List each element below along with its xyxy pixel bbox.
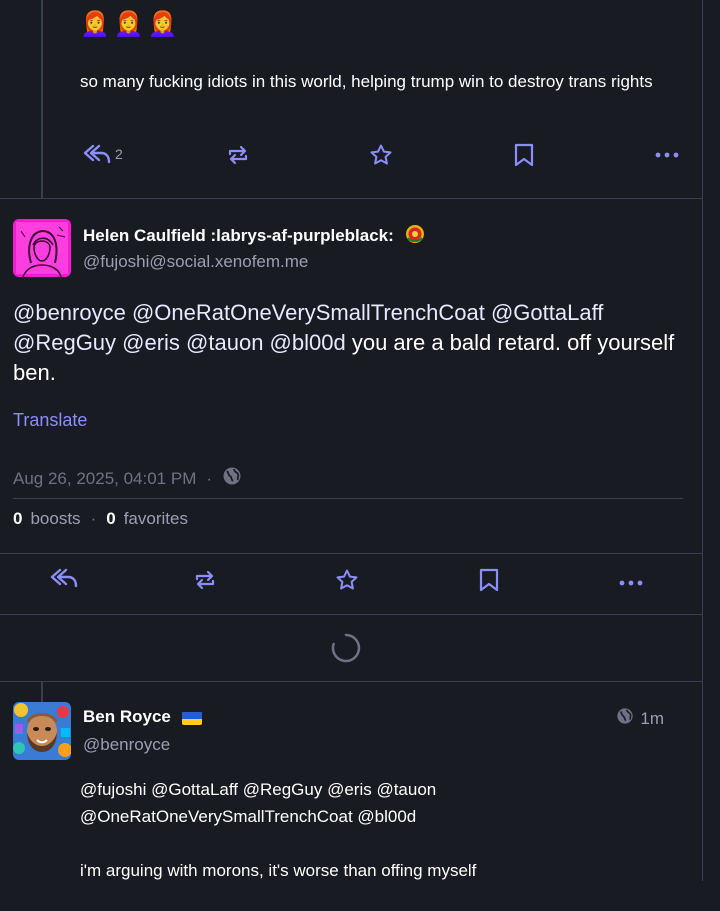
boosts-count: 0 — [13, 509, 23, 528]
post-stats: 0 boosts · 0 favorites — [13, 509, 188, 529]
reply-button[interactable] — [50, 567, 78, 589]
display-name-text: Helen Caulfield :labrys-af-purpleblack: — [83, 225, 394, 245]
timeline-column: 👩‍🦰👩‍🦰👩‍🦰 so many fucking idiots in this… — [0, 0, 703, 881]
more-button[interactable] — [655, 145, 679, 165]
mention-list[interactable]: @fujoshi @GottaLaff @RegGuy @eris @tauon… — [80, 776, 680, 830]
loading-spinner-icon — [330, 632, 362, 664]
post-content: @fujoshi @GottaLaff @RegGuy @eris @tauon… — [80, 776, 680, 911]
avatar[interactable] — [13, 219, 71, 277]
scrollbar-track[interactable] — [703, 0, 720, 881]
favorites-link[interactable]: 0 favorites — [106, 509, 188, 529]
post-content: @benroyce @OneRatOneVerySmallTrenchCoat … — [13, 298, 683, 388]
reply-count: 2 — [115, 146, 123, 162]
post-content: so many fucking idiots in this world, he… — [80, 72, 653, 91]
emoji-row: 👩‍🦰👩‍🦰👩‍🦰 — [80, 11, 182, 38]
divider — [0, 681, 702, 682]
timestamp[interactable]: Aug 26, 2025, 04:01 PM — [13, 469, 196, 489]
boosts-label: boosts — [30, 509, 81, 528]
favorite-button[interactable] — [369, 143, 393, 167]
display-name[interactable]: Ben Royce — [83, 707, 202, 727]
boost-icon — [226, 143, 250, 167]
globe-icon — [222, 466, 242, 491]
stats-separator: · — [90, 509, 97, 528]
star-icon — [335, 568, 359, 592]
display-name-text: Ben Royce — [83, 707, 171, 726]
divider — [0, 198, 702, 199]
emblem-icon — [405, 224, 425, 249]
post-action-bar: 2 — [0, 137, 702, 177]
reply-all-icon — [83, 143, 111, 165]
bookmark-icon — [478, 568, 500, 592]
favorites-label: favorites — [123, 509, 188, 528]
boost-icon — [193, 568, 217, 592]
detail-action-bar — [0, 561, 702, 601]
post-meta: Aug 26, 2025, 04:01 PM · — [13, 466, 242, 491]
account-handle[interactable]: @benroyce — [83, 735, 170, 755]
post-time[interactable]: 1m — [616, 707, 664, 730]
account-handle[interactable]: @fujoshi@social.xenofem.me — [83, 252, 308, 272]
reply-all-icon — [50, 567, 78, 589]
divider — [0, 553, 702, 554]
avatar[interactable] — [13, 702, 71, 760]
boosts-link[interactable]: 0 boosts — [13, 509, 81, 529]
boost-button[interactable] — [226, 143, 250, 167]
bookmark-button[interactable] — [513, 143, 535, 167]
thread-line — [41, 682, 43, 704]
bookmark-icon — [513, 143, 535, 167]
more-icon — [619, 573, 643, 593]
translate-button[interactable]: Translate — [13, 410, 87, 431]
more-button[interactable] — [619, 573, 643, 593]
display-name[interactable]: Helen Caulfield :labrys-af-purpleblack: — [83, 224, 425, 249]
divider — [13, 498, 683, 499]
meta-separator: · — [206, 468, 213, 488]
divider — [0, 614, 702, 615]
bookmark-button[interactable] — [478, 568, 500, 592]
more-icon — [655, 145, 679, 165]
reply-button[interactable]: 2 — [83, 143, 123, 165]
favorite-button[interactable] — [335, 568, 359, 592]
ukraine-flag-icon — [181, 711, 202, 725]
post-body: i'm arguing with morons, it's worse than… — [80, 861, 477, 880]
star-icon — [369, 143, 393, 167]
globe-icon — [616, 707, 640, 730]
relative-time: 1m — [640, 708, 664, 728]
boost-button[interactable] — [193, 568, 217, 592]
favorites-count: 0 — [106, 509, 116, 528]
